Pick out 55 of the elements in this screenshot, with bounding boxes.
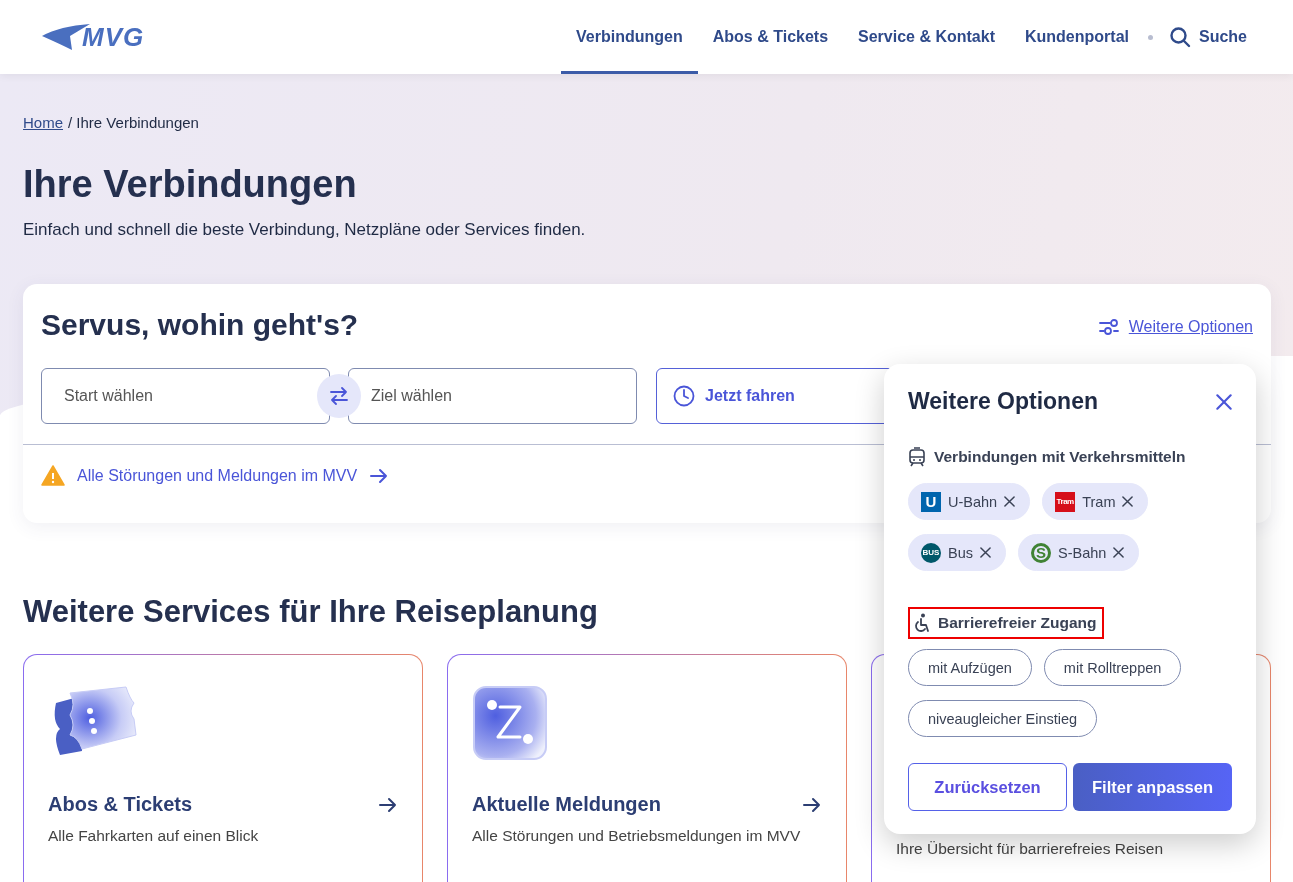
arrow-icon xyxy=(369,467,390,484)
transport-badge: BUS xyxy=(921,542,941,563)
transport-chip[interactable]: BUS Bus xyxy=(908,534,1006,571)
breadcrumb-current: / Ihre Verbindungen xyxy=(68,114,199,131)
nav-link[interactable]: Abos & Tickets xyxy=(697,0,844,74)
page-subtitle: Einfach und schnell die beste Verbindung, Netzpläne oder Services finden. xyxy=(23,220,587,240)
breadcrumb-link[interactable]: Home xyxy=(23,114,63,131)
clock-icon xyxy=(673,385,695,407)
reset-button[interactable]: Zurücksetzen xyxy=(908,763,1067,811)
swap-icon xyxy=(329,387,349,405)
options-link[interactable]: Weitere Optionen xyxy=(1098,318,1253,336)
service-title: Abos & Tickets xyxy=(48,793,193,816)
search-button[interactable]: Suche xyxy=(1161,26,1247,48)
apply-button[interactable]: Filter anpassen xyxy=(1073,763,1232,811)
service-card[interactable]: Aktuelle Meldungen Alle Störungen und Betriebsmeldungen im MVV xyxy=(447,654,847,882)
arrow-icon xyxy=(802,796,822,813)
filter-chip[interactable]: mit Aufzügen xyxy=(908,649,1032,686)
service-description: Ihre Übersicht für barrierefreies Reisen xyxy=(896,839,1165,859)
alerts-link[interactable]: Alle Störungen und Meldungen im MVV xyxy=(77,466,358,485)
card-title: Servus, wohin geht's? xyxy=(41,308,359,342)
filter-chip[interactable]: niveaugleicher Einstieg xyxy=(908,700,1098,737)
transport-badge: U xyxy=(921,491,941,512)
search-icon xyxy=(1169,26,1191,48)
section-heading: Barrierefreier Zugang xyxy=(938,614,1097,632)
destination-field[interactable]: Ziel wählen xyxy=(348,368,637,424)
filter-chip[interactable]: mit Rolltreppen xyxy=(1043,649,1182,686)
close-icon[interactable] xyxy=(1216,393,1232,410)
transport-badge: S xyxy=(1031,542,1051,563)
transport-chip[interactable]: Tram Tram xyxy=(1042,483,1149,520)
tram-icon xyxy=(908,447,926,467)
nav-link[interactable]: Service & Kontakt xyxy=(843,0,1010,74)
warning-icon xyxy=(41,465,65,486)
logo[interactable]: MVG xyxy=(82,21,145,53)
close-icon[interactable] xyxy=(1122,496,1134,507)
route-icon xyxy=(472,685,548,761)
close-icon[interactable] xyxy=(1113,547,1125,558)
service-title: Aktuelle Meldungen xyxy=(472,793,661,816)
wheelchair-icon xyxy=(912,613,930,633)
close-icon[interactable] xyxy=(980,547,991,558)
sliders-icon xyxy=(1098,319,1119,335)
close-icon[interactable] xyxy=(1004,496,1016,507)
section-heading: Verbindungen mit Verkehrsmitteln xyxy=(934,448,1186,466)
service-description: Alle Fahrkarten auf einen Blick xyxy=(48,826,260,846)
section-title: Weitere Services für Ihre Reiseplanung xyxy=(23,594,598,630)
page-title: Ihre Verbindungen xyxy=(23,163,358,206)
arrow-icon xyxy=(378,796,398,813)
service-card[interactable]: Abos & Tickets Alle Fahrkarten auf einen Blick xyxy=(23,654,423,882)
transport-chip[interactable]: U U-Bahn xyxy=(908,483,1031,520)
transport-chip[interactable]: S S-Bahn xyxy=(1018,534,1140,571)
separator-dot xyxy=(1148,34,1153,40)
transport-badge: Tram xyxy=(1055,491,1076,512)
nav-link[interactable]: Kundenportal xyxy=(1010,0,1144,74)
panel-title: Weitere Optionen xyxy=(908,388,1098,415)
service-description: Alle Störungen und Betriebsmeldungen im MVV xyxy=(472,826,802,846)
start-field[interactable]: Start wählen xyxy=(41,368,330,424)
